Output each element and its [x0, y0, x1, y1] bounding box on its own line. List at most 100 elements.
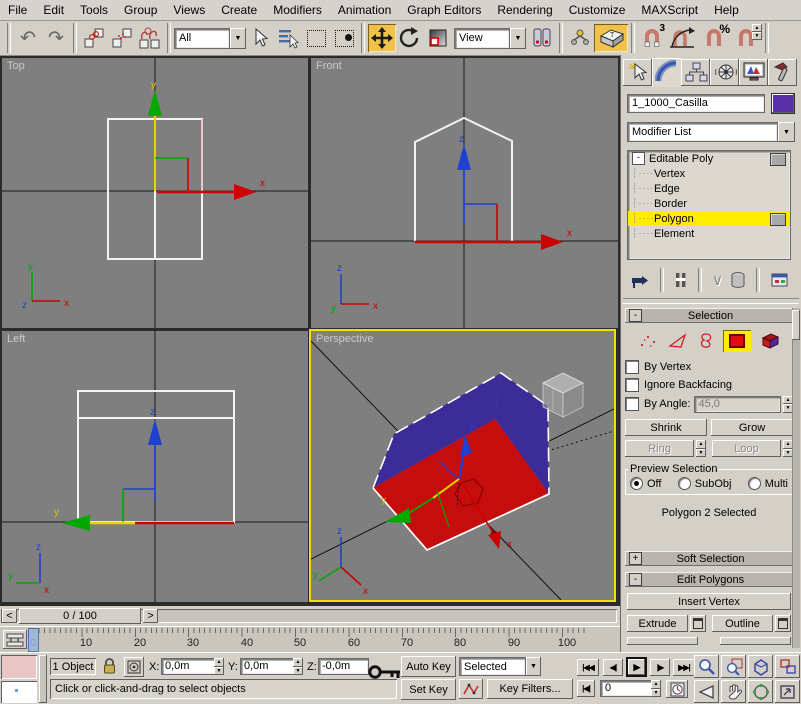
key-mode-toggle[interactable]: |◀| — [577, 680, 595, 697]
key-filter-dropdown-icon[interactable]: ▼ — [526, 657, 541, 676]
ignore-backfacing-row[interactable]: Ignore Backfacing — [625, 376, 793, 394]
auto-key-button[interactable]: Auto Key — [401, 656, 456, 677]
stack-item-border[interactable]: ┊···· Border — [628, 196, 790, 211]
z-coordinate-field[interactable]: -0,0m — [318, 658, 369, 675]
time-configuration-button[interactable] — [666, 680, 688, 698]
preview-multi-radio[interactable]: Multi — [747, 477, 788, 490]
stack-onoff-toggle[interactable] — [770, 153, 786, 166]
viewport-front[interactable]: Front z x z x y — [311, 58, 618, 328]
macro-recorder-swatch[interactable] — [1, 655, 37, 679]
rollout-selection-header[interactable]: - Selection — [625, 308, 793, 323]
use-pivot-point-center-icon[interactable] — [528, 24, 556, 52]
select-and-scale-icon[interactable] — [424, 24, 452, 52]
current-frame-marker[interactable] — [28, 628, 39, 652]
listener-splitter[interactable] — [39, 655, 47, 703]
play-button[interactable]: ▶ — [626, 657, 647, 677]
border-mode-icon[interactable] — [697, 331, 715, 351]
element-mode-icon[interactable] — [759, 331, 781, 351]
goto-start-button[interactable]: |◀◀ — [577, 659, 599, 676]
menu-tools[interactable]: Tools — [72, 1, 116, 19]
previous-frame-button[interactable]: ◀| — [603, 659, 623, 676]
open-mini-curve-editor-icon[interactable] — [3, 630, 27, 649]
absolute-offset-toggle[interactable] — [124, 657, 144, 677]
redo-button[interactable]: ↷ — [42, 24, 70, 52]
object-color-swatch[interactable] — [771, 93, 795, 114]
grow-button[interactable]: Grow — [711, 419, 793, 436]
undo-button[interactable]: ↶ — [14, 24, 42, 52]
loop-button[interactable]: Loop — [712, 440, 781, 457]
cut-off-button[interactable] — [720, 637, 791, 645]
keyboard-shortcut-override-icon[interactable]: T — [594, 24, 628, 52]
time-slider-next-button[interactable]: > — [143, 609, 158, 623]
field-of-view-button[interactable] — [694, 680, 719, 703]
menu-animation[interactable]: Animation — [330, 1, 399, 19]
panel-scrollbar-thumb[interactable] — [792, 310, 800, 340]
zoom-extents-all-button[interactable] — [775, 655, 800, 678]
by-angle-checkbox[interactable] — [625, 397, 639, 411]
menu-edit[interactable]: Edit — [35, 1, 72, 19]
window-crossing-toggle-icon[interactable] — [330, 24, 358, 52]
selection-lock-icon[interactable] — [102, 657, 117, 675]
rollout-edit-polygons-header[interactable]: - Edit Polygons — [625, 572, 793, 587]
menu-customize[interactable]: Customize — [561, 1, 634, 19]
stack-item-vertex[interactable]: ┊···· Vertex — [628, 166, 790, 181]
preview-subobj-radio[interactable]: SubObj — [677, 477, 731, 490]
zoom-button[interactable] — [694, 655, 719, 678]
reference-coordinate-combo[interactable]: View ▼ — [454, 27, 526, 49]
select-by-name-icon[interactable] — [274, 24, 302, 52]
cut-off-button[interactable] — [627, 637, 698, 645]
viewport-perspective[interactable]: Perspective z y x z y x — [309, 329, 616, 602]
preview-off-radio[interactable]: Off — [630, 477, 661, 490]
by-angle-row[interactable]: By Angle: 45,0 ▲ ▼ — [625, 394, 793, 414]
goto-end-button[interactable]: ▶▶| — [673, 659, 695, 676]
key-filters-button[interactable]: Key Filters... — [487, 679, 573, 699]
spinner-snap-toggle-icon[interactable]: ▲ ▼ — [730, 24, 762, 52]
stack-onoff-toggle[interactable] — [770, 213, 786, 226]
frame-spinner[interactable]: ▲ ▼ — [651, 680, 661, 697]
time-slider-prev-button[interactable]: < — [2, 609, 17, 623]
zoom-extents-button[interactable] — [748, 655, 773, 678]
pan-button[interactable] — [721, 680, 746, 703]
y-coordinate-field[interactable]: 0,0m — [240, 658, 295, 675]
reference-coordinate-dropdown-icon[interactable]: ▼ — [510, 27, 526, 49]
rectangular-selection-region-icon[interactable] — [302, 24, 330, 52]
set-key-button[interactable]: Set Key — [401, 679, 456, 700]
snaps-toggle-3d-icon[interactable]: 3 — [638, 23, 666, 52]
stack-item-edge[interactable]: ┊···· Edge — [628, 181, 790, 196]
tab-utilities-icon[interactable] — [768, 58, 797, 86]
selection-filter-combo[interactable]: All ▼ — [174, 27, 246, 49]
y-spinner[interactable]: ▲ ▼ — [293, 658, 303, 675]
shrink-button[interactable]: Shrink — [625, 419, 707, 436]
remove-modifier-icon[interactable] — [730, 271, 746, 289]
menu-file[interactable]: File — [0, 1, 35, 19]
modifier-list-dropdown-icon[interactable]: ▼ — [778, 122, 795, 142]
by-angle-field[interactable]: 45,0 — [694, 395, 781, 413]
bind-to-space-warp-icon[interactable] — [136, 24, 164, 52]
make-unique-icon[interactable]: ∨ — [712, 271, 723, 289]
current-frame-field[interactable]: 0 — [600, 680, 654, 697]
ring-spinner[interactable]: ▲ ▼ — [696, 440, 706, 457]
key-filter-combo[interactable]: Selected ▼ — [459, 657, 541, 676]
menu-modifiers[interactable]: Modifiers — [265, 1, 330, 19]
object-name-field[interactable]: 1_1000_Casilla — [627, 94, 765, 113]
modifier-list-dropdown[interactable]: Modifier List — [627, 122, 778, 142]
menu-rendering[interactable]: Rendering — [489, 1, 560, 19]
timeline-ruler[interactable]: 0 10 20 30 40 50 60 70 80 90 100 — [28, 628, 588, 652]
collapse-icon[interactable]: - — [632, 152, 645, 165]
viewport-perspective-label[interactable]: Perspective — [316, 333, 373, 345]
ring-button[interactable]: Ring — [625, 440, 694, 457]
panel-scrollbar[interactable] — [792, 308, 800, 648]
select-and-rotate-icon[interactable] — [396, 24, 424, 52]
viewport-front-label[interactable]: Front — [316, 60, 342, 72]
stack-item-polygon[interactable]: ┊···· Polygon — [628, 211, 790, 226]
menu-views[interactable]: Views — [165, 1, 213, 19]
edge-mode-icon[interactable] — [667, 331, 689, 351]
x-coordinate-field[interactable]: 0,0m — [161, 658, 216, 675]
zoom-all-button[interactable] — [721, 655, 746, 678]
angle-snap-toggle-icon[interactable] — [666, 24, 698, 52]
configure-modifier-sets-icon[interactable] — [770, 271, 790, 289]
unlink-selection-icon[interactable] — [108, 24, 136, 52]
next-frame-button[interactable]: |▶ — [650, 659, 670, 676]
menu-graph-editors[interactable]: Graph Editors — [399, 1, 489, 19]
select-and-move-icon[interactable] — [368, 24, 396, 52]
